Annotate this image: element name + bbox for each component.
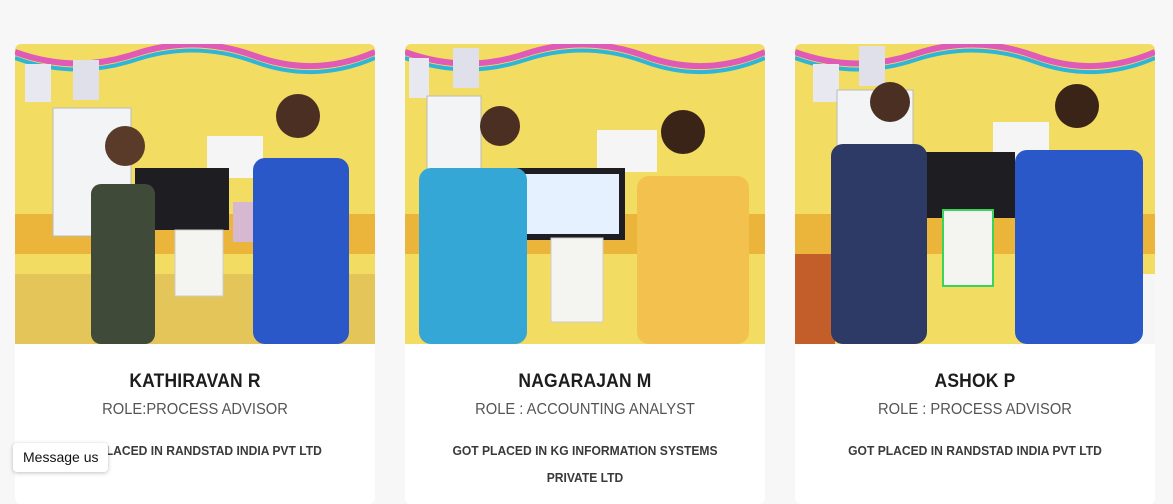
placement-card: KATHIRAVAN R ROLE:PROCESS ADVISOR GOT PL… [15, 44, 375, 504]
placement-company: GOT PLACED IN RANDSTAD INDIA PVT LTD [848, 443, 1102, 458]
student-name: NAGARAJAN M [518, 371, 652, 392]
placement-photo [405, 44, 765, 344]
placement-card: NAGARAJAN M ROLE : ACCOUNTING ANALYST GO… [405, 44, 765, 504]
student-role: ROLE : ACCOUNTING ANALYST [475, 401, 695, 418]
placement-card: ASHOK P ROLE : PROCESS ADVISOR GOT PLACE… [795, 44, 1155, 504]
student-name: ASHOK P [934, 371, 1016, 392]
student-role: ROLE : PROCESS ADVISOR [878, 401, 1072, 418]
card-info: ASHOK P ROLE : PROCESS ADVISOR GOT PLACE… [795, 344, 1155, 464]
card-info: NAGARAJAN M ROLE : ACCOUNTING ANALYST GO… [405, 344, 765, 491]
placement-photo [15, 44, 375, 344]
placement-photo [795, 44, 1155, 344]
student-role: ROLE:PROCESS ADVISOR [102, 401, 288, 418]
message-us-button[interactable]: Message us [13, 443, 109, 472]
placement-company: GOT PLACED IN KG INFORMATION SYSTEMS PRI… [452, 443, 718, 485]
student-name: KATHIRAVAN R [129, 371, 261, 392]
